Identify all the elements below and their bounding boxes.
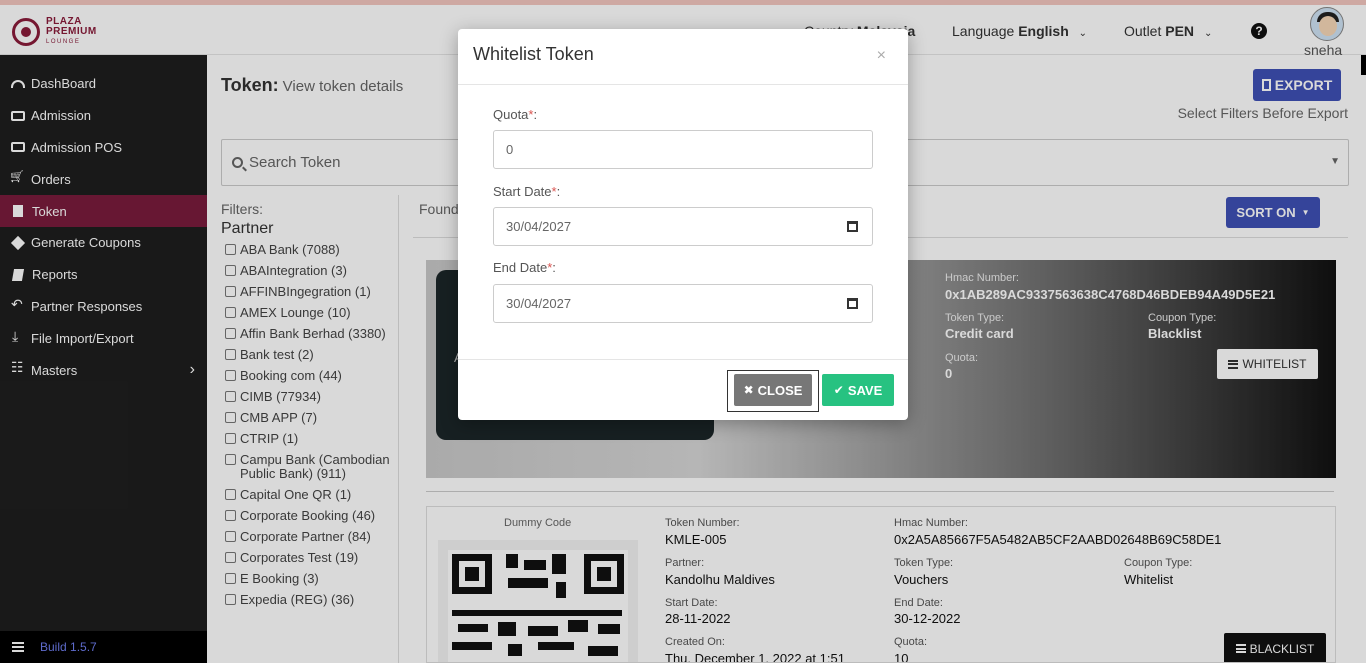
end-date-input-value: 30/04/2027	[506, 296, 572, 311]
end-label-text: End Date	[493, 260, 548, 275]
start-date-field-label: Start Date*:	[493, 184, 560, 199]
scrollbar[interactable]	[1361, 55, 1366, 75]
start-label-text: Start Date	[493, 184, 552, 199]
save-label: SAVE	[847, 382, 883, 398]
end-date-field-label: End Date*:	[493, 260, 556, 275]
close-label: CLOSE	[757, 382, 803, 398]
close-button[interactable]: ✖ CLOSE	[734, 374, 812, 406]
label-colon: :	[556, 184, 561, 199]
start-date-input-value: 30/04/2027	[506, 219, 572, 234]
check-icon: ✔	[833, 383, 844, 397]
start-date-input[interactable]: 30/04/2027	[493, 207, 873, 246]
modal-footer-divider	[458, 359, 908, 360]
close-icon[interactable]: ×	[877, 47, 886, 65]
calendar-icon[interactable]	[847, 298, 858, 309]
modal-header: Whitelist Token ×	[458, 29, 908, 85]
calendar-icon[interactable]	[847, 221, 858, 232]
quota-field-label: Quota*:	[493, 107, 537, 122]
label-colon: :	[552, 260, 556, 275]
modal-title: Whitelist Token	[473, 44, 594, 64]
close-icon: ✖	[743, 383, 754, 397]
label-colon: :	[533, 107, 538, 122]
end-date-input[interactable]: 30/04/2027	[493, 284, 873, 323]
quota-input[interactable]: 0	[493, 130, 873, 169]
quota-label-text: Quota	[493, 107, 529, 122]
quota-input-value: 0	[506, 142, 514, 157]
save-button[interactable]: ✔ SAVE	[822, 374, 894, 406]
whitelist-token-modal: Whitelist Token × Quota*: 0 Start Date*:…	[458, 29, 908, 420]
